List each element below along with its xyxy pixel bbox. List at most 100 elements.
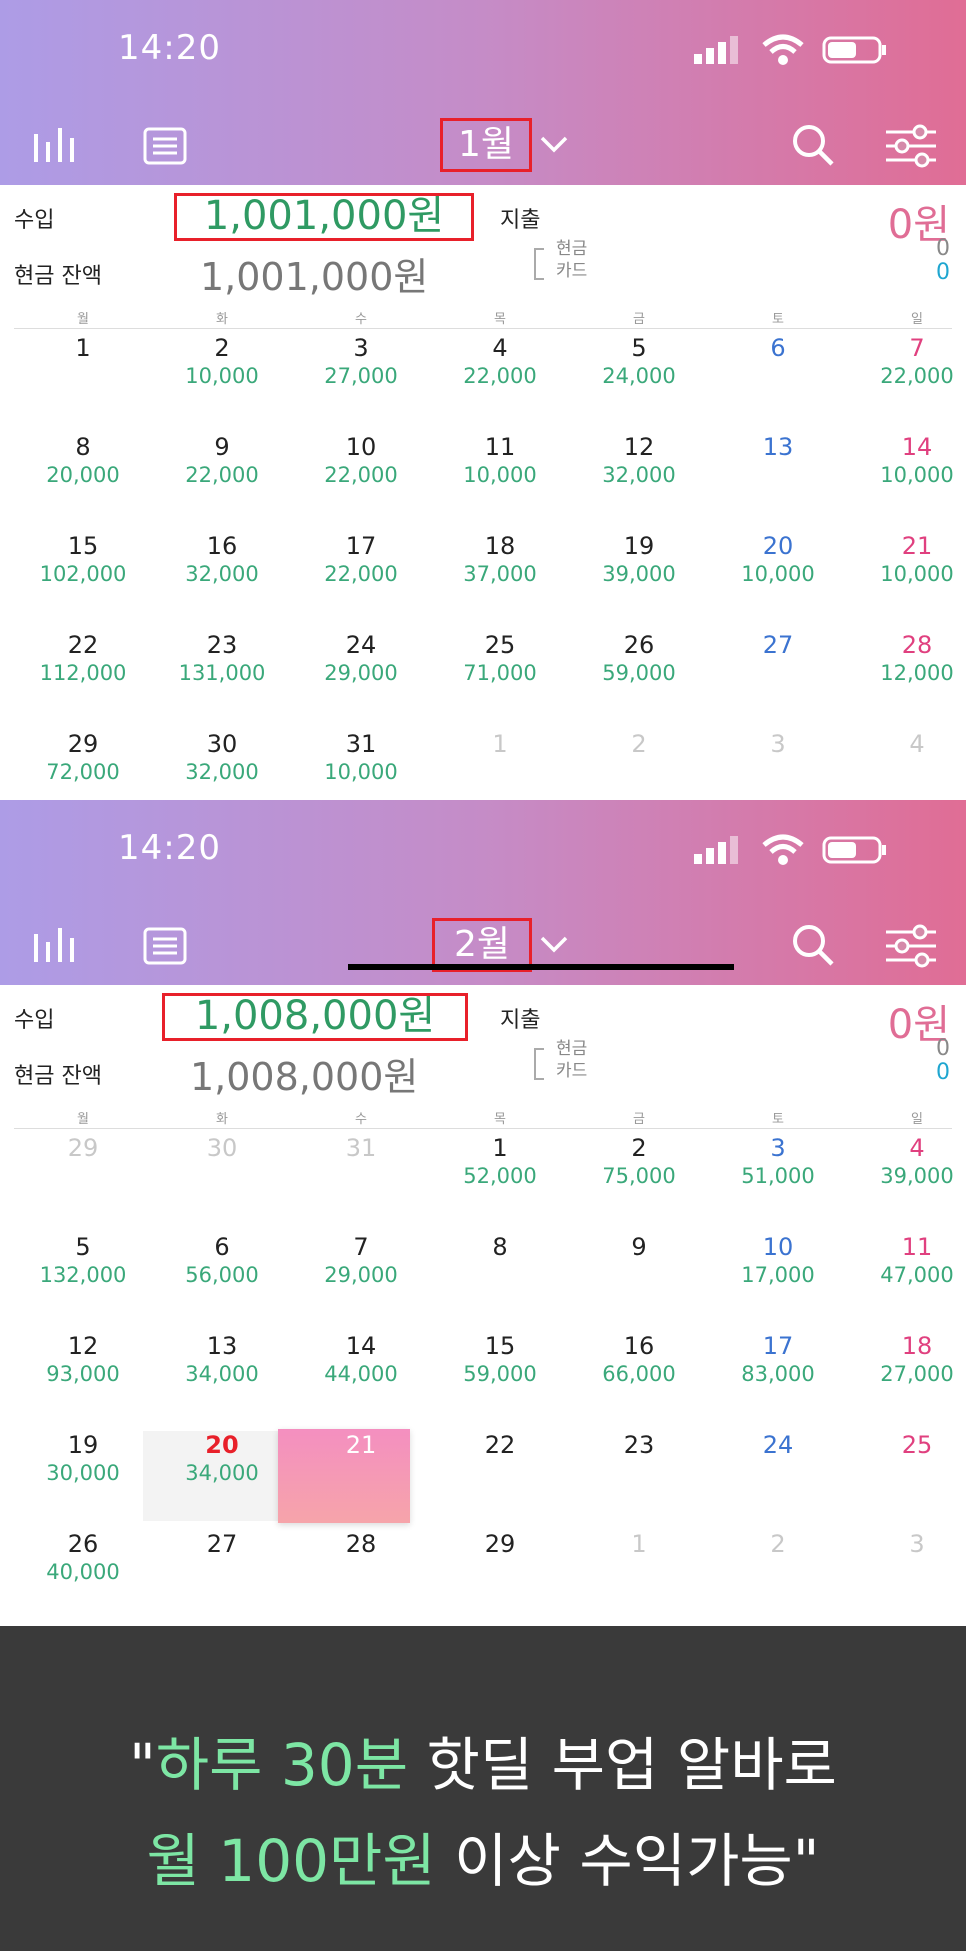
calendar-day[interactable]: 14 10,000	[848, 425, 966, 523]
calendar-day[interactable]: 10 22,000	[292, 425, 430, 523]
calendar-day[interactable]: 22	[431, 1423, 569, 1521]
calendar-day[interactable]: 27	[709, 623, 847, 721]
calendar-day[interactable]: 1	[14, 326, 152, 424]
calendar-day[interactable]: 28 12,000	[848, 623, 966, 721]
calendar-day[interactable]: 15 102,000	[14, 524, 152, 622]
month-selector[interactable]: 1월	[440, 118, 532, 172]
calendar-day[interactable]: 15 59,000	[431, 1324, 569, 1422]
calendar-day[interactable]: 2 75,000	[570, 1126, 708, 1224]
stats-icon[interactable]	[30, 124, 86, 164]
calendar-screen-february: 14:20 2월 수입 1,008,000원 지출 0원 현금 잔액 1,008…	[0, 800, 966, 1626]
filter-icon[interactable]	[884, 924, 938, 968]
calendar-day[interactable]: 4 39,000	[848, 1126, 966, 1224]
calendar-day[interactable]: 17 22,000	[292, 524, 430, 622]
calendar-day[interactable]: 27	[153, 1522, 291, 1620]
calendar-day[interactable]: 20 34,000	[153, 1423, 291, 1521]
calendar-day[interactable]: 23 131,000	[153, 623, 291, 721]
day-income-amount: 37,000	[463, 562, 537, 586]
promo-banner: "하루 30분 핫딜 부업 알바로 월 100만원 이상 수익가능"	[0, 1626, 966, 1951]
day-number: 4	[909, 1134, 925, 1162]
calendar-day[interactable]: 16 32,000	[153, 524, 291, 622]
calendar-day[interactable]: 12 32,000	[570, 425, 708, 523]
calendar-day[interactable]: 9	[570, 1225, 708, 1323]
weekday-label: 화	[216, 1112, 228, 1127]
calendar-day[interactable]: 31	[292, 1126, 430, 1224]
calendar-day[interactable]: 6	[709, 326, 847, 424]
calendar-day[interactable]: 1 52,000	[431, 1126, 569, 1224]
calendar-day[interactable]: 28	[292, 1522, 430, 1620]
calendar-day[interactable]: 1	[570, 1522, 708, 1620]
day-number: 9	[214, 433, 230, 461]
calendar-day[interactable]: 19 30,000	[14, 1423, 152, 1521]
day-number: 11	[901, 1233, 933, 1261]
calendar-day[interactable]: 12 93,000	[14, 1324, 152, 1422]
day-income-amount: 17,000	[741, 1263, 815, 1287]
stats-icon[interactable]	[30, 924, 86, 964]
weekday-label: 일	[911, 312, 923, 327]
calendar-day[interactable]: 24	[709, 1423, 847, 1521]
calendar-day[interactable]: 30 32,000	[153, 722, 291, 800]
calendar-day[interactable]: 29	[14, 1126, 152, 1224]
calendar-day[interactable]: 13	[709, 425, 847, 523]
calendar-day[interactable]: 2	[709, 1522, 847, 1620]
calendar-day[interactable]: 23	[570, 1423, 708, 1521]
chevron-down-icon[interactable]	[538, 130, 570, 156]
day-number: 4	[909, 730, 925, 758]
calendar-day[interactable]: 29	[431, 1522, 569, 1620]
list-icon[interactable]	[142, 926, 188, 966]
calendar-day[interactable]: 2	[570, 722, 708, 800]
calendar-day[interactable]: 3	[848, 1522, 966, 1620]
calendar-day[interactable]: 31 10,000	[292, 722, 430, 800]
calendar-day[interactable]: 8	[431, 1225, 569, 1323]
calendar-day[interactable]: 17 83,000	[709, 1324, 847, 1422]
calendar-day[interactable]: 26 40,000	[14, 1522, 152, 1620]
calendar-day[interactable]: 5 24,000	[570, 326, 708, 424]
calendar-day[interactable]: 8 20,000	[14, 425, 152, 523]
calendar-day[interactable]: 18 37,000	[431, 524, 569, 622]
cash-balance-label: 현금 잔액	[14, 1064, 102, 1089]
weekday-label: 수	[355, 1112, 367, 1127]
day-number: 13	[206, 1332, 238, 1360]
calendar-day[interactable]: 4 22,000	[431, 326, 569, 424]
calendar-day[interactable]: 10 17,000	[709, 1225, 847, 1323]
calendar-day[interactable]: 30	[153, 1126, 291, 1224]
calendar-day[interactable]: 19 39,000	[570, 524, 708, 622]
calendar-day[interactable]: 7 22,000	[848, 326, 966, 424]
chevron-down-icon[interactable]	[538, 930, 570, 956]
card-amount: 0	[936, 260, 950, 285]
calendar-day[interactable]: 21 10,000	[848, 524, 966, 622]
filter-icon[interactable]	[884, 124, 938, 168]
calendar-day[interactable]: 29 72,000	[14, 722, 152, 800]
day-number: 17	[762, 1332, 794, 1360]
day-income-amount: 93,000	[46, 1362, 120, 1386]
list-icon[interactable]	[142, 126, 188, 166]
calendar-day[interactable]: 22 112,000	[14, 623, 152, 721]
calendar-day[interactable]: 5 132,000	[14, 1225, 152, 1323]
calendar-day[interactable]: 1	[431, 722, 569, 800]
calendar-day[interactable]: 4	[848, 722, 966, 800]
calendar-day[interactable]: 6 56,000	[153, 1225, 291, 1323]
calendar-day[interactable]: 3	[709, 722, 847, 800]
calendar-day[interactable]: 3 27,000	[292, 326, 430, 424]
calendar-day[interactable]: 20 10,000	[709, 524, 847, 622]
calendar-day[interactable]: 11 47,000	[848, 1225, 966, 1323]
calendar-day[interactable]: 11 10,000	[431, 425, 569, 523]
calendar-day[interactable]: 21	[292, 1423, 430, 1521]
day-income-amount: 10,000	[185, 364, 259, 388]
calendar-day[interactable]: 26 59,000	[570, 623, 708, 721]
calendar-day[interactable]: 25 71,000	[431, 623, 569, 721]
calendar-day[interactable]: 13 34,000	[153, 1324, 291, 1422]
calendar-day[interactable]: 7 29,000	[292, 1225, 430, 1323]
calendar-day[interactable]: 14 44,000	[292, 1324, 430, 1422]
calendar-day[interactable]: 18 27,000	[848, 1324, 966, 1422]
calendar-day[interactable]: 2 10,000	[153, 326, 291, 424]
weekday-label: 수	[355, 312, 367, 327]
calendar-day[interactable]: 25	[848, 1423, 966, 1521]
calendar-day[interactable]: 16 66,000	[570, 1324, 708, 1422]
day-number: 15	[67, 532, 99, 560]
calendar-day[interactable]: 9 22,000	[153, 425, 291, 523]
search-icon[interactable]	[790, 922, 836, 968]
calendar-day[interactable]: 3 51,000	[709, 1126, 847, 1224]
search-icon[interactable]	[790, 122, 836, 168]
calendar-day[interactable]: 24 29,000	[292, 623, 430, 721]
